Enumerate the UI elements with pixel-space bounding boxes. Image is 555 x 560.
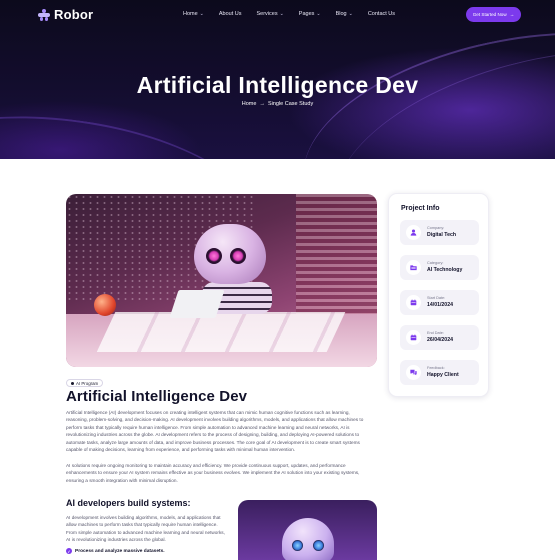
image-robot-head [282,518,334,560]
main-menu: Home ⌄ About Us Services ⌄ Pages ⌄ Blog … [183,11,410,17]
brand-logo[interactable]: Robor [38,7,93,22]
project-info-company: Company: Digital Tech [400,220,479,245]
project-info-label: Company: [427,226,445,230]
project-info-end-date: End Date: 26/04/2024 [400,325,479,350]
article-title: Artificial Intelligence Dev [66,388,248,405]
calendar-icon [406,330,421,345]
nav-item-label: Contact Us [367,11,396,17]
chevron-down-icon: ⌄ [199,11,204,17]
bullet-dot-icon [71,381,74,385]
section-image [238,500,377,560]
calendar-icon [406,295,421,310]
image-robot-eye [313,540,324,551]
project-info-category: Category: AI Technology [400,255,479,280]
hero-banner: Robor Home ⌄ About Us Services ⌄ Pages ⌄… [0,0,555,159]
arrow-right-icon: → [259,101,265,107]
category-tag-label: AI Program [76,380,99,386]
article-paragraph: Artificial Intelligence (AI) development… [66,410,364,453]
project-info-value: Happy Client [427,372,459,378]
category-tag: AI Program [66,379,104,387]
page-title: Artificial Intelligence Dev [136,72,419,98]
project-info-value: 14/01/2024 [427,302,453,308]
project-info-card: Project Info Company: Digital Tech Categ… [388,193,489,397]
arrow-right-icon: → [509,12,515,17]
logo-icon [38,8,50,21]
project-info-value: 26/04/2024 [427,337,453,343]
nav-item-pages[interactable]: Pages ⌄ [299,11,321,17]
image-robot-eye [206,248,222,264]
nav-item-blog[interactable]: Blog ⌄ [336,11,353,17]
image-ball [94,294,116,316]
breadcrumb-current: Single Case Study [267,101,314,107]
nav-item-label: Home [183,11,198,17]
nav-item-home[interactable]: Home ⌄ [183,11,204,17]
nav-item-label: About Us [218,11,242,17]
check-icon: ✓ [66,548,72,554]
brand-name: Robor [54,7,94,22]
project-info-label: Category: [427,261,444,265]
image-papers [96,312,346,352]
image-robot-eye [230,248,246,264]
image-background-stack [296,194,377,314]
chevron-down-icon: ⌄ [316,11,321,17]
nav-item-services[interactable]: Services ⌄ [257,11,284,17]
case-study-main-image [66,194,377,367]
section-subtitle: AI developers build systems: [66,498,191,508]
nav-item-label: Pages [298,11,315,17]
feature-bullet: ✓ Process and analyze massive datasets. [66,548,165,554]
project-info-value: AI Technology [427,267,463,273]
get-started-button[interactable]: Get Started Now → [466,7,521,22]
breadcrumb: Home → Single Case Study [0,101,555,107]
project-info-feedback: Feedback: Happy Client [400,360,479,385]
image-robot-eye [292,540,303,551]
feature-bullet-label: Process and analyze massive datasets. [75,548,165,554]
project-info-label: End Date: [427,331,444,335]
chevron-down-icon: ⌄ [348,11,353,17]
top-navigation: Robor Home ⌄ About Us Services ⌄ Pages ⌄… [0,0,555,30]
nav-item-contact-us[interactable]: Contact Us [368,11,395,17]
image-laptop [169,290,225,318]
chevron-down-icon: ⌄ [279,11,284,17]
get-started-label: Get Started Now [472,12,507,17]
project-info-start-date: Start Date: 14/01/2024 [400,290,479,315]
user-icon [406,225,421,240]
project-info-title: Project Info [401,205,440,212]
breadcrumb-home-link[interactable]: Home [242,101,257,107]
folder-icon [406,260,421,275]
project-info-label: Feedback: [427,366,445,370]
nav-item-label: Services [256,11,278,17]
nav-item-about-us[interactable]: About Us [219,11,242,17]
section-paragraph: AI development involves building algorit… [66,515,225,543]
project-info-value: Digital Tech [427,232,457,238]
project-info-label: Start Date: [427,296,446,300]
nav-item-label: Blog [335,11,347,17]
chat-icon [406,365,421,380]
article-paragraph: AI solutions require ongoing monitoring … [66,463,360,483]
